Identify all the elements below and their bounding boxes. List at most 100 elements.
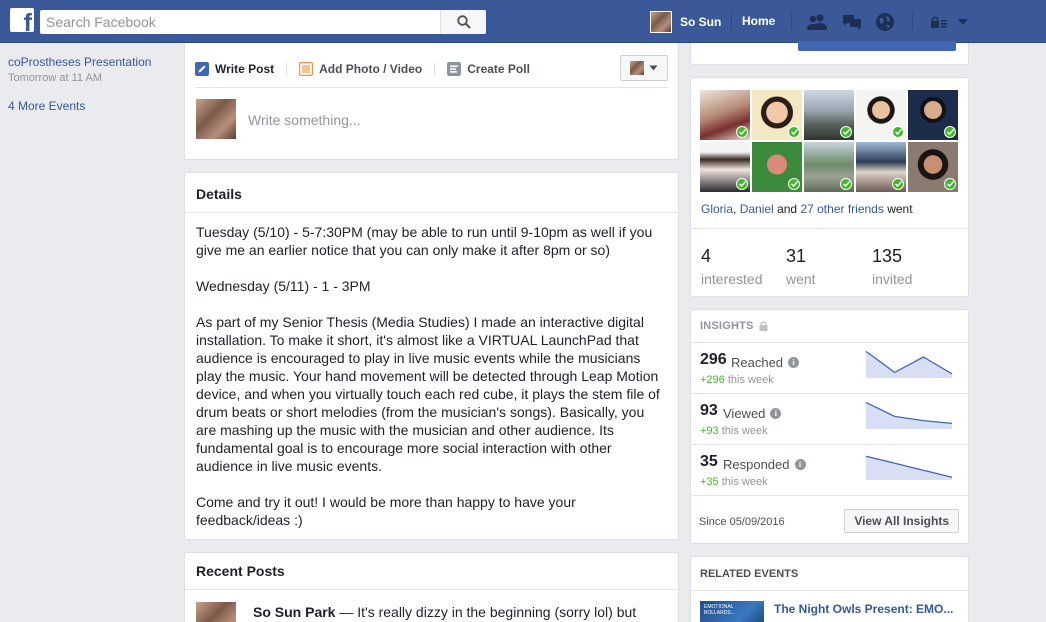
insight-label-text: Viewed [723, 406, 766, 421]
sparkline-chart [865, 455, 953, 480]
went-check-icon [736, 178, 748, 190]
post-snippet: — It's really dizzy in the beginning (so… [339, 604, 637, 620]
write-something-input[interactable]: Write something... [248, 112, 648, 128]
search-box [40, 10, 486, 34]
recent-post-text: So Sun Park — It's really dizzy in the b… [253, 604, 673, 620]
stat-number: 31 [786, 246, 807, 266]
friend-photo[interactable] [752, 90, 802, 140]
insight-row-responded[interactable]: 35 Responded i +35 this week [691, 445, 968, 496]
details-panel: Details Tuesday (5/10) - 5-7:30PM (may b… [184, 172, 679, 540]
week-suffix: this week [721, 476, 768, 488]
post-composer: Write Post Add Photo / Video Create Poll… [184, 43, 679, 160]
related-event-thumbnail[interactable]: EMOTIONAL BOLLARDS... [700, 601, 764, 622]
related-event-link[interactable]: The Night Owls Present: EMO... [774, 602, 964, 616]
profile-link[interactable]: So Sun [650, 10, 721, 34]
week-suffix: this week [721, 425, 768, 437]
stat-label: interested [701, 271, 763, 287]
details-title: Details [185, 173, 678, 213]
more-events-link[interactable]: 4 More Events [8, 99, 178, 113]
lock-icon [759, 321, 768, 331]
friend-photo[interactable] [700, 142, 750, 192]
insight-number: 296 [700, 351, 727, 368]
friend-link[interactable]: Gloria [701, 202, 733, 216]
photo-icon [299, 62, 314, 76]
tab-label: Write Post [215, 62, 275, 76]
home-link[interactable]: Home [742, 14, 775, 28]
details-paragraph: Come and try it out! I would be more tha… [196, 494, 576, 528]
event-actions-card [690, 41, 969, 65]
related-events-card: RELATED EVENTS EMOTIONAL BOLLARDS... The… [690, 556, 969, 622]
stat-interested[interactable]: 4 interested [701, 246, 762, 287]
tab-add-photo-video[interactable]: Add Photo / Video [299, 58, 422, 80]
tab-label: Add Photo / Video [319, 62, 423, 76]
chevron-down-icon [649, 65, 658, 71]
and-text: and [777, 202, 798, 216]
went-check-icon [840, 126, 852, 138]
divider [691, 228, 968, 229]
recent-posts-title: Recent Posts [185, 553, 678, 590]
insight-label: Viewed i [723, 406, 782, 421]
nav-separator [791, 14, 792, 30]
insight-label-text: Responded [723, 457, 790, 472]
sidebar-event-title[interactable]: coProstheses Presentation [8, 55, 178, 69]
other-friends-link[interactable]: 27 other friends [800, 202, 883, 216]
info-icon[interactable]: i [794, 459, 806, 470]
audience-avatar [630, 61, 644, 75]
stat-label: invited [872, 271, 913, 287]
tab-create-poll[interactable]: Create Poll [447, 58, 530, 80]
insight-label: Responded i [723, 457, 806, 472]
went-check-icon [788, 126, 800, 138]
account-menu-chevron-icon[interactable] [952, 11, 974, 33]
sidebar-event-time: Tomorrow at 11 AM [8, 72, 102, 84]
friend-photo[interactable] [908, 142, 958, 192]
stat-went[interactable]: 31 went [786, 246, 816, 287]
insight-label: Reached i [731, 355, 800, 370]
friend-photo[interactable] [804, 142, 854, 192]
nav-separator [731, 14, 732, 30]
stat-label: went [786, 271, 816, 287]
composer-avatar [196, 99, 236, 139]
insight-row-reached[interactable]: 296 Reached i +296 this week [691, 343, 968, 394]
primary-action-button[interactable] [798, 41, 956, 51]
info-icon[interactable]: i [788, 357, 800, 368]
went-suffix: went [887, 202, 913, 216]
search-input[interactable] [40, 10, 438, 34]
insight-row-viewed[interactable]: 93 Viewed i +93 this week [691, 394, 968, 445]
profile-avatar [650, 11, 672, 33]
friend-photo[interactable] [856, 90, 906, 140]
messages-icon[interactable] [841, 11, 863, 33]
insight-week: +35 this week [700, 476, 768, 488]
privacy-shortcuts-icon[interactable] [928, 11, 950, 33]
friend-photo[interactable] [804, 90, 854, 140]
friend-requests-icon[interactable] [806, 11, 828, 33]
friend-photo[interactable] [752, 142, 802, 192]
week-value: +35 [700, 476, 719, 488]
recent-posts-panel: Recent Posts So Sun Park — It's really d… [184, 552, 679, 622]
insight-week: +93 this week [700, 425, 768, 437]
details-paragraph: Wednesday (5/11) - 1 - 3PM [196, 278, 371, 294]
insight-number: 93 [700, 402, 718, 419]
insights-footer: Since 05/09/2016 View All Insights [691, 500, 968, 544]
search-button[interactable] [440, 10, 486, 34]
top-navigation-bar: f So Sun Home [0, 0, 1046, 43]
sparkline-chart [865, 350, 953, 378]
view-all-insights-button[interactable]: View All Insights [844, 509, 959, 533]
friend-photo[interactable] [700, 90, 750, 140]
went-check-icon [788, 178, 800, 190]
notifications-globe-icon[interactable] [874, 11, 896, 33]
post-author-name[interactable]: So Sun Park [253, 604, 335, 620]
tab-write-post[interactable]: Write Post [195, 58, 274, 80]
audience-selector-button[interactable] [620, 55, 668, 81]
friend-link[interactable]: Daniel [740, 202, 774, 216]
nav-separator [912, 14, 913, 30]
stat-invited[interactable]: 135 invited [872, 246, 912, 287]
info-icon[interactable]: i [770, 408, 782, 419]
details-paragraph: As part of my Senior Thesis (Media Studi… [196, 314, 660, 474]
friend-photo[interactable] [908, 90, 958, 140]
insights-title: INSIGHTS [700, 320, 754, 332]
friend-photo[interactable] [856, 142, 906, 192]
tab-divider [286, 62, 288, 75]
post-author-avatar[interactable] [196, 602, 236, 622]
facebook-logo-icon[interactable]: f [10, 8, 34, 32]
friends-went-card: Gloria, Daniel and 27 other friends went… [690, 77, 969, 297]
